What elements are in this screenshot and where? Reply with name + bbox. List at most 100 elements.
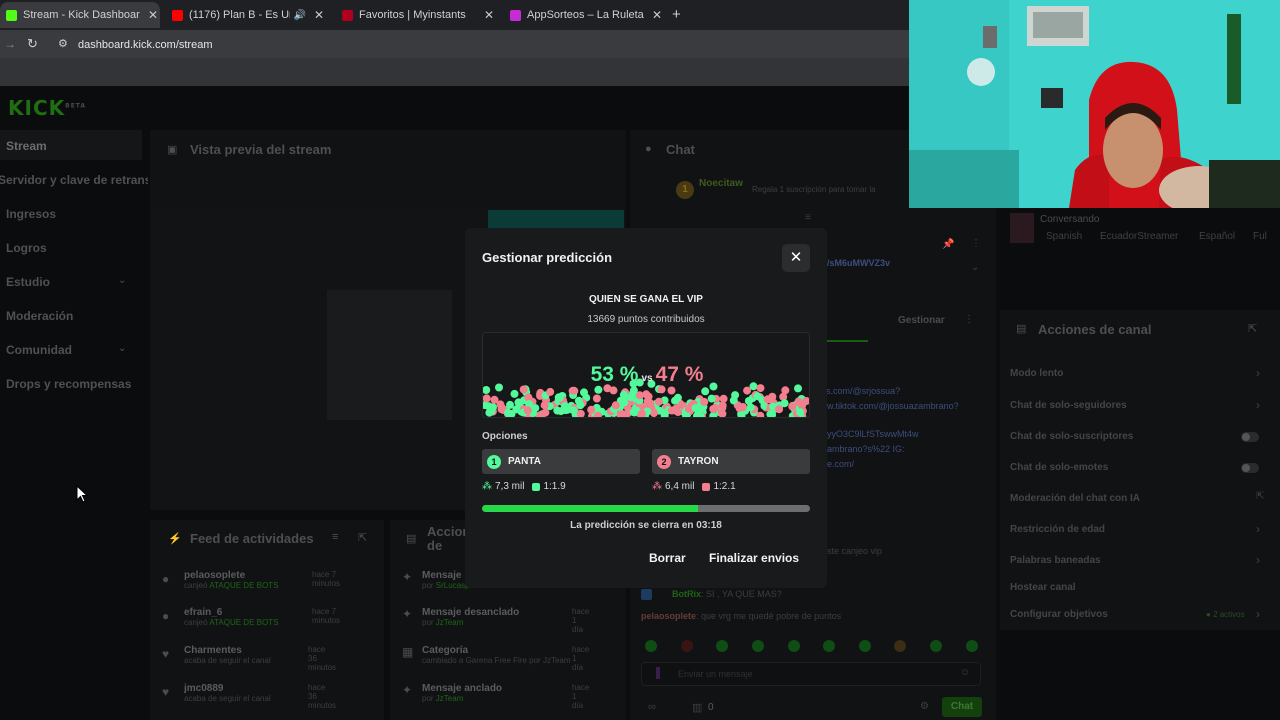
settings-gear-icon[interactable]: ⚙ <box>920 701 929 712</box>
contributor-dot <box>483 386 491 394</box>
action-hostear-canal[interactable]: Hostear canal <box>1010 582 1076 593</box>
action-moderacion-ia[interactable]: Moderación del chat con IA <box>1010 493 1140 504</box>
tab-myinstants[interactable]: Favoritos | Myinstants ✕ <box>336 2 496 28</box>
sidebar-item-estudio[interactable]: Estudio <box>6 275 50 289</box>
close-icon[interactable]: ✕ <box>782 244 810 272</box>
sidebar-item-drops[interactable]: Drops y recompensas <box>6 377 131 391</box>
feed-user[interactable]: Charmentes <box>184 645 304 656</box>
close-tab-icon[interactable]: ✕ <box>146 8 160 22</box>
option-panta-button[interactable]: 1 PANTA <box>482 449 640 474</box>
chat-user[interactable]: BotRix <box>672 589 701 599</box>
feed-user[interactable]: pelaosoplete <box>184 570 294 581</box>
mod-item-by[interactable]: JzTeam <box>436 694 464 703</box>
tab-kick-dashboard[interactable]: Stream - Kick Dashboard ✕ <box>0 2 160 28</box>
emote-icon[interactable] <box>894 640 906 652</box>
stream-tag[interactable]: EcuadorStreamer <box>1100 231 1178 242</box>
toggle-solo-suscriptores[interactable] <box>1241 432 1259 442</box>
option-tayron-button[interactable]: 2 TAYRON <box>652 449 810 474</box>
emote-icon[interactable] <box>823 640 835 652</box>
filter-icon[interactable]: ≡ <box>805 212 811 223</box>
sidebar-item-stream[interactable]: Stream <box>6 139 47 153</box>
action-solo-seguidores[interactable]: Chat de solo-seguidores <box>1010 400 1127 411</box>
sidebar-item-comunidad[interactable]: Comunidad <box>6 343 72 357</box>
more-icon[interactable]: ⋮ <box>971 238 981 249</box>
sidebar-item-moderacion[interactable]: Moderación <box>6 309 73 323</box>
popout-icon[interactable]: ⇱ <box>358 531 367 544</box>
tab-youtube[interactable]: (1176) Plan B - Es Un Secreto 🔊 ✕ <box>166 2 326 28</box>
pinned-user[interactable]: Noecitaw <box>699 178 743 189</box>
site-settings-icon[interactable]: ⚙ <box>58 37 68 50</box>
pin-icon[interactable]: 📌 <box>942 239 954 250</box>
emoji-icon[interactable]: ☺ <box>960 667 970 678</box>
more-icon[interactable]: ⋮ <box>964 314 974 325</box>
chat-link[interactable]: w.tiktok.com/@jossuazambrano? <box>827 401 959 411</box>
contributor-dot <box>766 410 775 417</box>
action-restriccion-edad[interactable]: Restricción de edad <box>1010 524 1105 535</box>
chat-link[interactable]: /sM6uMWVZ3v <box>827 258 890 268</box>
url-text[interactable]: dashboard.kick.com/stream <box>78 39 213 51</box>
action-palabras-baneadas[interactable]: Palabras baneadas <box>1010 555 1101 566</box>
chevron-right-icon[interactable]: › <box>1256 607 1260 621</box>
filter-icon[interactable]: ≡ <box>332 531 338 543</box>
sidebar-item-server-key[interactable]: Servidor y clave de retransmisión <box>0 173 148 187</box>
send-chat-button[interactable]: Chat <box>942 697 982 717</box>
manage-button[interactable]: Gestionar <box>898 315 945 326</box>
emote-icon[interactable] <box>966 640 978 652</box>
sidebar-item-ingresos[interactable]: Ingresos <box>6 207 56 221</box>
chevron-right-icon[interactable]: › <box>1256 366 1260 380</box>
finish-submissions-button[interactable]: Finalizar envios <box>709 547 799 569</box>
new-tab-plus-icon[interactable]: + <box>672 6 681 23</box>
emote-icon[interactable] <box>930 640 942 652</box>
action-configurar-objetivos[interactable]: Configurar objetivos <box>1010 609 1108 620</box>
forward-arrow-icon[interactable]: → <box>4 37 16 51</box>
stream-tag[interactable]: Spanish <box>1046 231 1082 242</box>
delete-button[interactable]: Borrar <box>649 547 686 569</box>
stream-category[interactable]: Conversando <box>1040 214 1099 225</box>
chat-link[interactable]: ambrano?s%22 IG: <box>827 444 905 454</box>
chat-link[interactable]: yyO3C9lLfSTswwMt4w <box>827 429 919 439</box>
beta-badge: BETA <box>65 102 87 110</box>
emote-icon[interactable] <box>681 640 693 652</box>
emote-icon[interactable] <box>645 640 657 652</box>
close-tab-icon[interactable]: ✕ <box>312 8 326 22</box>
chevron-down-icon[interactable]: ⌄ <box>118 275 126 286</box>
chat-user[interactable]: pelaosoplete <box>641 611 696 621</box>
chevron-right-icon[interactable]: › <box>1256 522 1260 536</box>
close-tab-icon[interactable]: ✕ <box>650 8 664 22</box>
speaker-icon[interactable]: 🔊 <box>294 10 306 21</box>
feed-user[interactable]: jmc0889 <box>184 683 304 694</box>
gift-counter: 0 <box>708 702 714 713</box>
stream-tag[interactable]: Ful <box>1253 231 1267 242</box>
popout-icon[interactable]: ⇱ <box>1248 322 1257 335</box>
emote-icon[interactable] <box>752 640 764 652</box>
external-link-icon[interactable]: ⇱ <box>1256 491 1264 502</box>
chat-link[interactable]: s.com/@srjossua? <box>826 386 900 396</box>
reload-icon[interactable]: ↻ <box>27 36 38 52</box>
logo-text: KICK <box>8 96 66 120</box>
action-modo-lento[interactable]: Modo lento <box>1010 368 1063 379</box>
tab-appsorteos[interactable]: AppSorteos – La Ruleta de la Suerte ✕ <box>504 2 664 28</box>
close-tab-icon[interactable]: ✕ <box>482 8 496 22</box>
points-icon[interactable]: ∞ <box>648 701 656 713</box>
feed-user[interactable]: efrain_6 <box>184 607 294 618</box>
user-icon: ● <box>162 609 170 623</box>
sidebar-item-logros[interactable]: Logros <box>6 241 47 255</box>
mod-item-by[interactable]: JzTeam <box>436 618 464 627</box>
contributor-dot <box>619 390 628 399</box>
gift-icon[interactable]: ▥ <box>692 701 702 714</box>
kick-logo[interactable]: KICKBETA <box>8 96 86 120</box>
chat-link[interactable]: e.com/ <box>827 459 854 469</box>
contributor-dot <box>746 403 755 412</box>
chevron-down-icon[interactable]: ⌄ <box>118 343 126 354</box>
emote-icon[interactable] <box>788 640 800 652</box>
stream-tag[interactable]: Español <box>1199 231 1235 242</box>
mouse-cursor-icon <box>76 485 88 503</box>
chevron-right-icon[interactable]: › <box>1256 398 1260 412</box>
chevron-down-icon[interactable]: ⌄ <box>971 262 979 273</box>
emote-icon[interactable] <box>716 640 728 652</box>
emote-icon[interactable] <box>859 640 871 652</box>
chevron-right-icon[interactable]: › <box>1256 553 1260 567</box>
contributor-dot <box>576 409 585 417</box>
toggle-solo-emotes[interactable] <box>1241 463 1259 473</box>
option-label: TAYRON <box>678 456 719 467</box>
